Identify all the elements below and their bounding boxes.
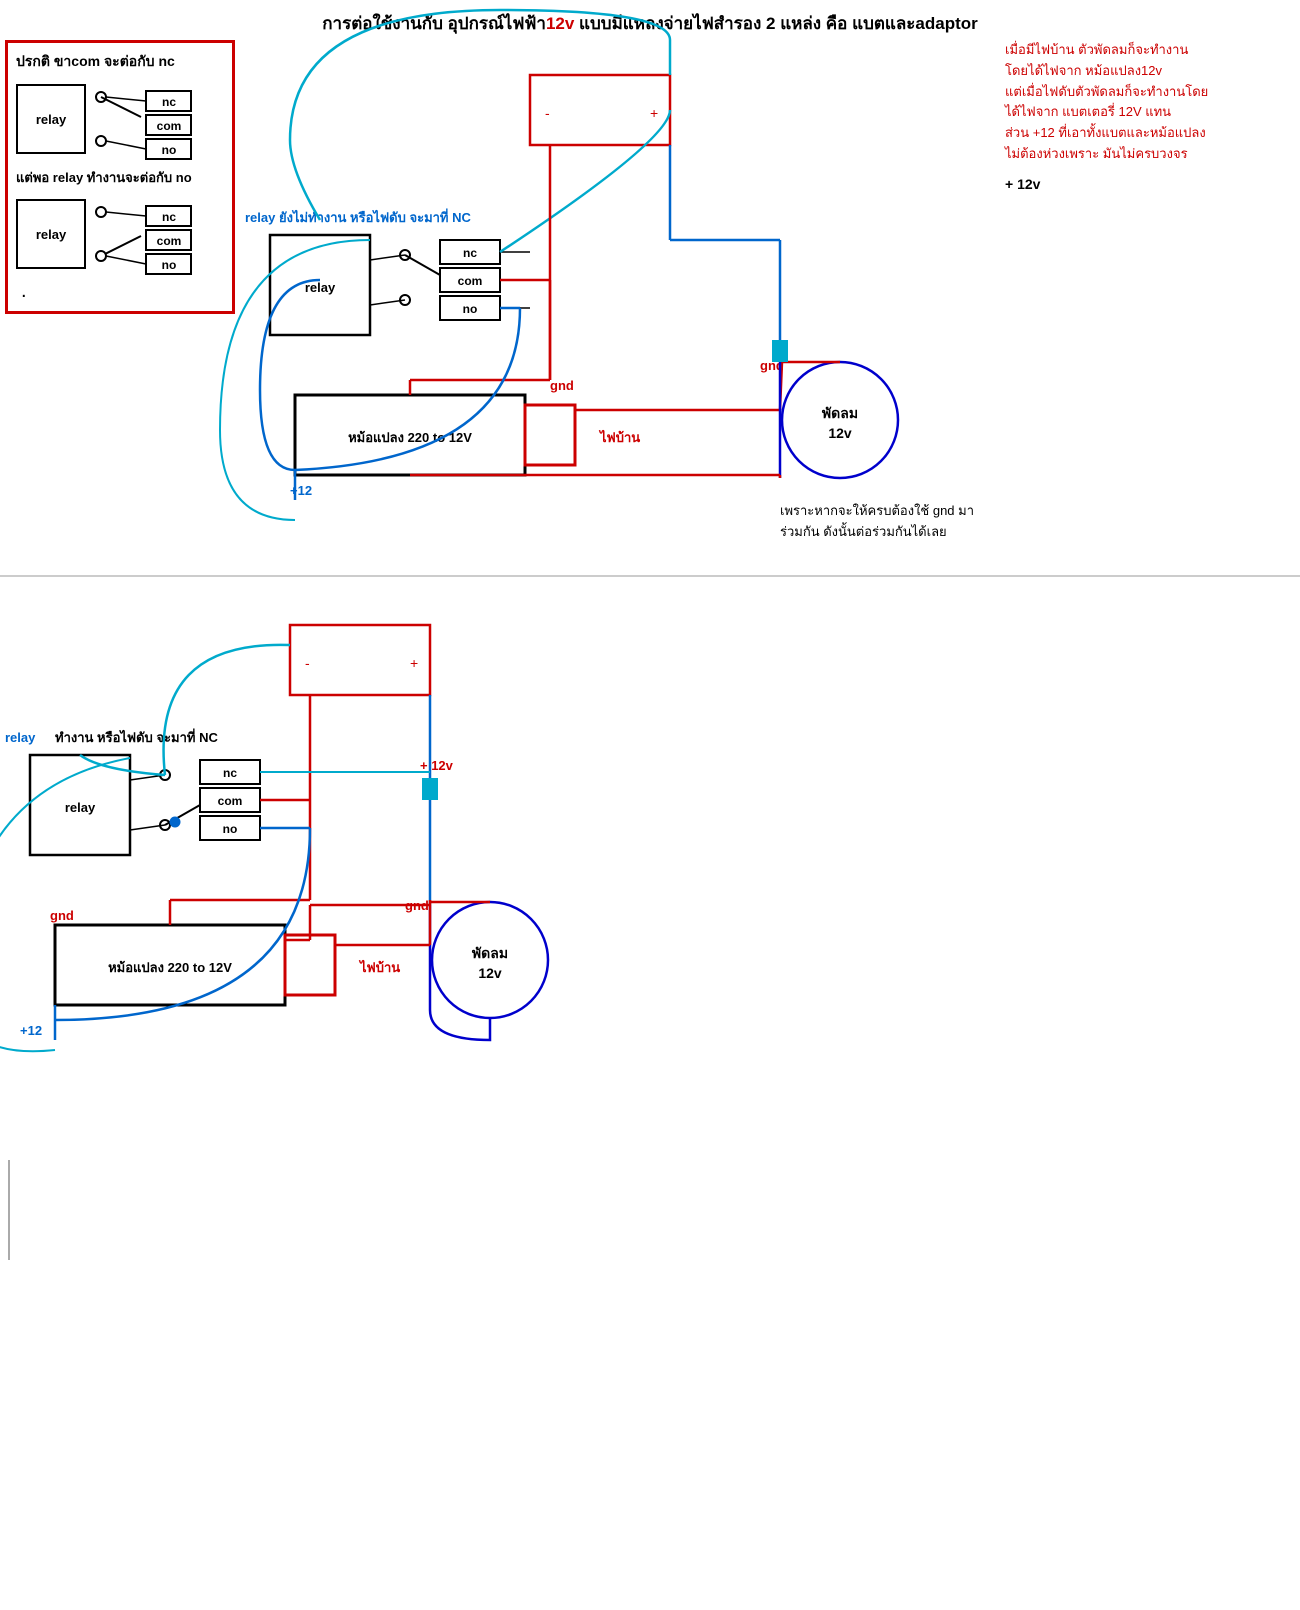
title-part3: แบบมีแหลงจ่ายไฟสำรอง 2 แหล่ง คือ แบตและa… xyxy=(574,14,977,33)
svg-text:+ 12v: + 12v xyxy=(420,758,454,773)
left-explanation-box: ปรกติ ขาcom จะต่อกับ nc relay nc com no … xyxy=(5,40,235,314)
divider xyxy=(0,575,1300,577)
svg-text:com: com xyxy=(157,119,182,133)
svg-text:gnd: gnd xyxy=(50,908,74,923)
svg-text:relay ยังไม่ทำงาน หรือไฟดับ: relay ยังไม่ทำงาน หรือไฟดับ จะมาที่ NC xyxy=(245,208,472,225)
dot-marker: . xyxy=(21,280,224,303)
bottom-note-line2: ร่วมกัน ดังนั้นต่อร่วมกันได้เลย xyxy=(780,521,974,542)
svg-text:no: no xyxy=(162,143,177,157)
svg-text:+12: +12 xyxy=(290,483,312,498)
relay-label-1: relay xyxy=(36,112,66,127)
relay-switch-no: nc com no xyxy=(86,194,206,274)
svg-text:-: - xyxy=(305,655,310,671)
title-part2: 12v xyxy=(546,14,574,33)
svg-text:พัดลม: พัดลม xyxy=(822,405,858,421)
svg-text:+12: +12 xyxy=(20,1023,42,1038)
svg-text:+: + xyxy=(650,105,658,121)
svg-text:12v: 12v xyxy=(828,425,852,441)
svg-text:12v: 12v xyxy=(478,965,502,981)
svg-text:relay: relay xyxy=(65,800,96,815)
left-box-title: ปรกติ ขาcom จะต่อกับ nc xyxy=(16,51,224,73)
svg-text:ไฟบ้าน: ไฟบ้าน xyxy=(598,429,640,445)
svg-text:com: com xyxy=(157,234,182,248)
svg-text:ไฟบ้าน: ไฟบ้าน xyxy=(358,959,400,975)
svg-text:nc: nc xyxy=(162,95,176,109)
right-text-line6: ไม่ต้องห่วงเพราะ มันไม่ครบวงจร xyxy=(1005,144,1295,165)
svg-text:com: com xyxy=(218,794,243,808)
right-text-line2: โดยได้ไฟจาก หม้อแปลง12v xyxy=(1005,61,1295,82)
svg-text:com: com xyxy=(458,274,483,288)
mid-label: แต่พอ relay ทำงานจะต่อกับ no xyxy=(16,167,224,188)
title-part1: การต่อใช้งานกับ อุปกรณ์ไฟฟ้า xyxy=(322,14,546,33)
svg-text:nc: nc xyxy=(162,210,176,224)
relay-diagram-nc: relay nc com no xyxy=(16,79,224,159)
main-diagram-2: - + relay ทำงาน หรือไฟดับ จะมาที่ NC rel… xyxy=(0,590,750,1140)
svg-text:no: no xyxy=(162,258,177,272)
svg-text:gnd: gnd xyxy=(550,378,574,393)
svg-text:+: + xyxy=(410,655,418,671)
relay-box-2: relay xyxy=(16,199,86,269)
relay-box-1: relay xyxy=(16,84,86,154)
right-explanation: เมื่อมีไฟบ้าน ตัวพัดลมก็จะทำงาน โดยได้ไฟ… xyxy=(1005,40,1295,195)
svg-text:nc: nc xyxy=(223,766,237,780)
main-diagram-1: - + relay ยังไม่ทำงาน หรือไฟดับ จะมาที่ … xyxy=(240,40,990,570)
svg-text:พัดลม: พัดลม xyxy=(472,945,508,961)
relay-switch-nc: nc com no xyxy=(86,79,206,159)
right-text-line4: ได้ไฟจาก แบตเตอรี่ 12V แทน xyxy=(1005,102,1295,123)
plus12v-label: + 12v xyxy=(1005,173,1295,195)
svg-text:-: - xyxy=(545,105,550,121)
svg-text:relay: relay xyxy=(305,280,336,295)
svg-text:no: no xyxy=(223,822,238,836)
relay-diagram-no: relay nc com no xyxy=(16,194,224,274)
bottom-note-line1: เพราะหากจะให้ครบต้องใช้ gnd มา xyxy=(780,500,974,521)
vertical-line-marker xyxy=(8,1160,10,1260)
bottom-note: เพราะหากจะให้ครบต้องใช้ gnd มา ร่วมกัน ด… xyxy=(780,500,974,542)
right-text-line5: ส่วน +12 ที่เอาทั้งแบตและหม้อแปลง xyxy=(1005,123,1295,144)
svg-text:nc: nc xyxy=(463,246,477,260)
right-text-line1: เมื่อมีไฟบ้าน ตัวพัดลมก็จะทำงาน xyxy=(1005,40,1295,61)
relay-label-2: relay xyxy=(36,227,66,242)
svg-text:no: no xyxy=(463,302,478,316)
svg-text:ทำงาน หรือไฟดับ จะมาที่ NC: ทำงาน หรือไฟดับ จะมาที่ NC xyxy=(55,728,218,745)
svg-text:หม้อแปลง 220 to 12V: หม้อแปลง 220 to 12V xyxy=(108,960,232,975)
right-text-line3: แต่เมื่อไฟดับตัวพัดลมก็จะทำงานโดย xyxy=(1005,82,1295,103)
svg-text:relay: relay xyxy=(5,730,36,745)
